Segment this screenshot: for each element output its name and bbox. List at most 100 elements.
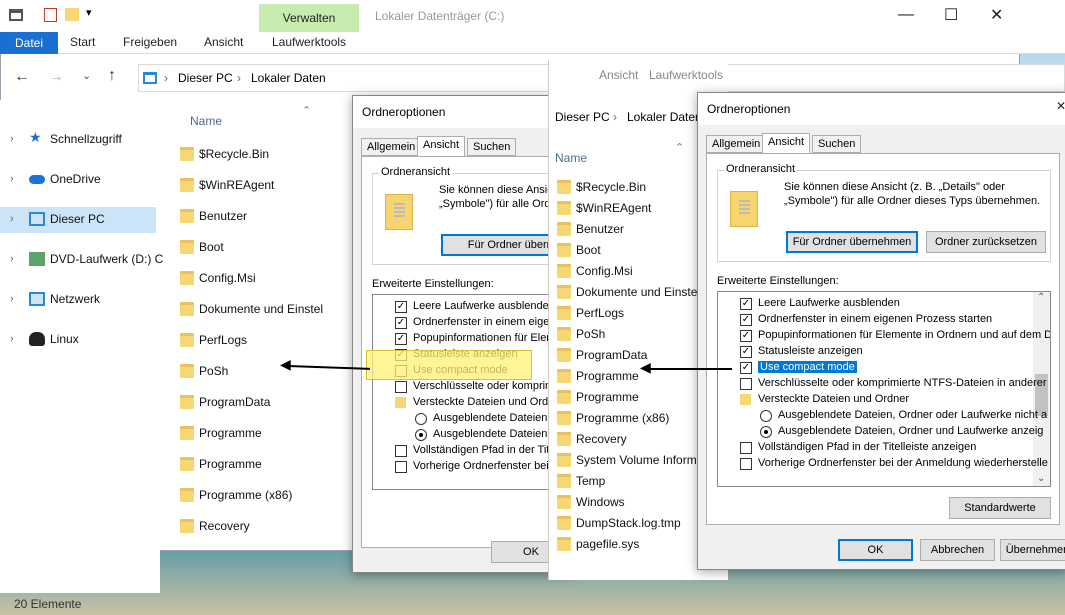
status-item-count: 20 Elemente — [14, 597, 82, 611]
checkbox[interactable]: ✓ — [395, 333, 407, 345]
tab-file[interactable]: Datei — [0, 32, 58, 54]
tab-general[interactable]: Allgemein — [361, 138, 422, 156]
checkbox[interactable] — [740, 442, 752, 454]
file-list-item[interactable]: Benutzer — [180, 206, 360, 228]
setting-row[interactable]: ✓ Statusleiste anzeigen — [718, 344, 1032, 360]
file-list-item[interactable]: $Recycle.Bin — [180, 144, 360, 166]
column-header-name[interactable]: Name — [555, 151, 587, 165]
radio-button[interactable] — [760, 410, 772, 422]
tab-general[interactable]: Allgemein — [706, 135, 767, 153]
file-list-item[interactable]: Programme — [180, 454, 360, 476]
checkbox[interactable]: ✓ — [740, 298, 752, 310]
tab-search[interactable]: Suchen — [467, 138, 517, 156]
recent-dropdown-icon[interactable]: ⌄ — [82, 69, 91, 82]
checkbox[interactable]: ✓ — [395, 301, 407, 313]
restore-defaults-button[interactable]: Standardwerte — [949, 497, 1051, 519]
setting-row[interactable]: Vorherige Ordnerfenster bei der Anmeldun… — [718, 456, 1048, 472]
checkbox[interactable]: ✓ — [395, 317, 407, 329]
setting-row[interactable]: ✓ Leere Laufwerke ausblenden — [718, 296, 1032, 312]
breadcrumb-this-pc[interactable]: Dieser PC — [178, 71, 233, 85]
nav-item-quick-access[interactable]: › ★ Schnellzugriff — [0, 127, 156, 153]
folder-icon — [557, 327, 571, 341]
ok-button[interactable]: OK — [838, 539, 913, 561]
tab-search[interactable]: Suchen — [812, 135, 862, 153]
properties-icon[interactable] — [44, 8, 57, 22]
tab-view[interactable]: Ansicht — [762, 133, 811, 154]
tab-view[interactable]: Ansicht — [417, 136, 466, 157]
apply-button[interactable]: Übernehmen — [1000, 539, 1065, 561]
radio-button[interactable] — [415, 413, 427, 425]
checkbox[interactable]: ✓ — [740, 314, 752, 326]
expand-icon[interactable]: › — [10, 133, 14, 145]
new-folder-icon[interactable] — [65, 8, 79, 21]
checkbox[interactable] — [740, 458, 752, 470]
expand-icon[interactable]: › — [10, 213, 14, 225]
scroll-down-icon[interactable]: ⌄ — [1037, 473, 1045, 484]
tab-view[interactable]: Ansicht — [204, 35, 243, 49]
file-list-item[interactable]: Dokumente und Einstel — [180, 299, 360, 321]
file-list-item[interactable]: $WinREAgent — [180, 175, 360, 197]
nav-item-dvd[interactable]: › DVD-Laufwerk (D:) C — [0, 247, 163, 273]
checkbox[interactable] — [395, 445, 407, 457]
file-list-item[interactable]: PerfLogs — [180, 330, 360, 352]
breadcrumb-this-pc[interactable]: Dieser PC — [555, 110, 610, 124]
tab-view[interactable]: Ansicht — [599, 68, 638, 82]
expand-icon[interactable]: › — [10, 173, 14, 185]
file-list-item[interactable]: Recovery — [180, 516, 360, 538]
folder-icon — [180, 240, 194, 254]
file-list-item[interactable]: Programme — [180, 423, 360, 445]
setting-row[interactable]: Ausgeblendete Dateien, Ordner oder Laufw… — [718, 408, 1047, 424]
setting-label: Ausgeblendete Dateien, Ordner und Laufwe… — [778, 425, 1044, 437]
setting-row[interactable]: Ausgeblendete Dateien, Ordner und Laufwe… — [718, 424, 1043, 440]
radio-button[interactable] — [415, 429, 427, 441]
file-list-item[interactable]: PoSh — [180, 361, 360, 383]
expand-icon[interactable]: › — [10, 253, 14, 265]
nav-item-linux[interactable]: › Linux — [0, 327, 156, 353]
close-icon[interactable]: ✕ — [1056, 99, 1065, 113]
breadcrumb-local-disk[interactable]: Lokaler Daten — [251, 71, 326, 85]
minimize-button[interactable]: — — [898, 6, 914, 24]
radio-button[interactable] — [760, 426, 772, 438]
setting-row[interactable]: ✓ Use compact mode — [718, 360, 1032, 376]
forward-icon[interactable]: → — [48, 68, 64, 86]
column-header-name[interactable]: Name — [190, 114, 222, 128]
quick-access-dropdown-icon[interactable]: ▾ — [86, 6, 92, 19]
cancel-button[interactable]: Abbrechen — [920, 539, 995, 561]
expand-icon[interactable]: › — [10, 333, 14, 345]
checkbox[interactable] — [740, 378, 752, 390]
expand-icon[interactable]: › — [10, 293, 14, 305]
checkbox[interactable] — [395, 461, 407, 473]
nav-item-this-pc[interactable]: › Dieser PC — [0, 207, 156, 233]
checkbox[interactable]: ✓ — [740, 362, 752, 374]
checkbox[interactable] — [395, 381, 407, 393]
setting-row[interactable]: Vollständigen Pfad in der Titelleiste an… — [718, 440, 1032, 456]
setting-row[interactable]: Versteckte Dateien und Ordner — [718, 392, 1032, 408]
tab-drive-tools[interactable]: Laufwerktools — [649, 68, 723, 82]
scroll-up-icon[interactable]: ⌃ — [1037, 292, 1045, 303]
breadcrumb-local-disk[interactable]: Lokaler Daten — [627, 110, 702, 124]
file-list-item[interactable]: Config.Msi — [180, 268, 360, 290]
nav-item-network[interactable]: › Netzwerk — [0, 287, 156, 313]
file-list-item[interactable]: Boot — [180, 237, 360, 259]
nav-item-onedrive[interactable]: › OneDrive — [0, 167, 156, 193]
maximize-button[interactable]: ☐ — [944, 5, 958, 25]
file-list-item[interactable]: ProgramData — [180, 392, 360, 414]
setting-row[interactable]: ✓ Ordnerfenster in einem eigenen Prozess … — [718, 312, 1032, 328]
up-icon[interactable]: ↑ — [108, 67, 116, 85]
close-button[interactable]: ✕ — [990, 5, 1003, 25]
checkbox[interactable]: ✓ — [740, 330, 752, 342]
apply-to-folders-button[interactable]: Für Ordner übernehmen — [786, 231, 918, 253]
folder-icon — [180, 178, 194, 192]
tab-share[interactable]: Freigeben — [123, 35, 177, 49]
advanced-settings-list[interactable]: ⌃ ⌄ ✓ Leere Laufwerke ausblenden ✓ Ordnerfe… — [717, 291, 1051, 487]
checkbox[interactable]: ✓ — [740, 346, 752, 358]
folder-icon — [557, 474, 571, 488]
setting-row[interactable]: ✓ Popupinformationen für Elemente in Ordn… — [718, 328, 1050, 344]
setting-row[interactable]: Verschlüsselte oder komprimierte NTFS-Da… — [718, 376, 1047, 392]
back-icon[interactable]: ← — [14, 68, 30, 86]
tab-start[interactable]: Start — [70, 35, 95, 49]
file-list-item[interactable]: Programme (x86) — [180, 485, 360, 507]
tab-manage[interactable]: Verwalten — [259, 4, 359, 32]
tab-drive-tools[interactable]: Laufwerktools — [272, 35, 346, 49]
reset-folders-button[interactable]: Ordner zurücksetzen — [926, 231, 1046, 253]
